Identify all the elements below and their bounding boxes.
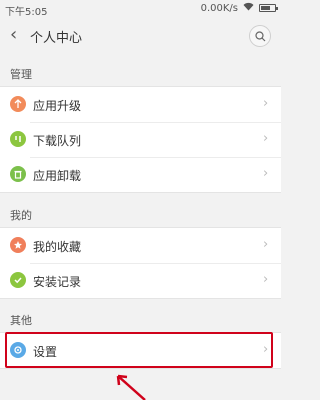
menu-item-app-upgrade[interactable]: 应用升级 › [0,87,281,122]
chevron-right-icon: › [263,237,269,252]
chevron-right-icon: › [263,96,269,111]
menu-item-label: 我的收藏 [33,240,82,254]
highlight-box [5,332,273,368]
title-bar: ‹ 个人中心 [0,20,281,52]
menu-item-download-queue[interactable]: 下载队列 › [0,122,281,157]
download-queue-icon [10,131,26,147]
section-header-mine: 我的 [10,209,32,222]
group-manage: 应用升级 › 下载队列 › 应用卸载 › [0,86,281,193]
menu-item-label: 安装记录 [33,275,82,289]
back-icon[interactable]: ‹ [10,26,24,46]
chevron-right-icon: › [263,131,269,146]
wifi-icon [243,2,254,14]
menu-item-favorites[interactable]: 我的收藏 › [0,228,281,263]
upgrade-icon [10,96,26,112]
section-header-other: 其他 [10,314,32,327]
menu-item-label: 下载队列 [33,134,82,148]
check-icon [10,272,26,288]
network-speed: 0.00K/s [200,2,238,14]
status-bar: 下午5:05 0.00K/s [0,0,281,18]
menu-item-app-uninstall[interactable]: 应用卸载 › [0,157,281,192]
section-header-manage: 管理 [10,68,32,81]
battery-icon [259,4,278,12]
chevron-right-icon: › [263,166,269,181]
search-button[interactable] [249,25,271,47]
battery-fill [261,6,270,10]
search-icon [255,31,266,42]
chevron-right-icon: › [263,272,269,287]
menu-item-label: 应用卸载 [33,169,82,183]
page-title: 个人中心 [30,31,83,46]
uninstall-icon [10,166,26,182]
menu-item-label: 应用升级 [33,99,82,113]
status-time: 下午5:05 [5,7,48,18]
arrow-annotation [116,374,146,400]
menu-item-install-history[interactable]: 安装记录 › [0,263,281,298]
star-icon [10,237,26,253]
group-mine: 我的收藏 › 安装记录 › [0,227,281,299]
status-indicators: 0.00K/s [200,2,278,14]
